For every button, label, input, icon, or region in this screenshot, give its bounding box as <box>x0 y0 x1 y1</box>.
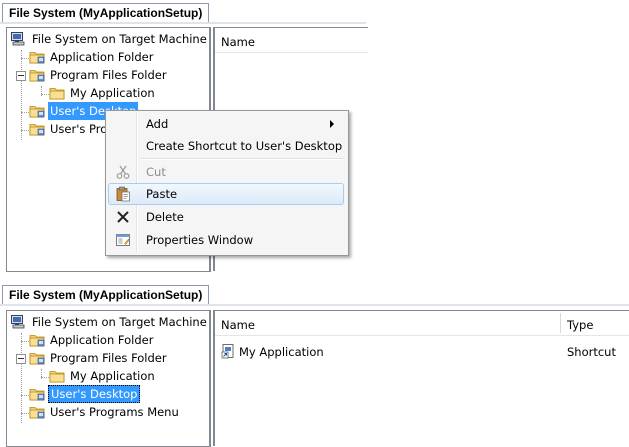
properties-icon <box>115 232 131 248</box>
menu-item-cut[interactable]: Cut <box>108 161 344 183</box>
list-item[interactable]: My Application Shortcut <box>221 343 625 361</box>
file-list[interactable]: Name Type My Application Shortcut <box>213 310 629 446</box>
list-header: Name <box>215 28 368 53</box>
tree-connector <box>41 377 49 378</box>
menu-item-label: Add <box>146 117 169 131</box>
menu-item-paste[interactable]: Paste <box>108 183 344 205</box>
menu-item-label: Create Shortcut to User's Desktop <box>146 139 343 153</box>
menu-item-label: Properties Window <box>146 233 254 247</box>
column-header-name[interactable]: Name <box>221 318 255 332</box>
column-header-name[interactable]: Name <box>221 35 255 49</box>
list-item-type: Shortcut <box>567 345 616 359</box>
folder-icon <box>29 103 45 119</box>
folder-icon <box>49 368 65 384</box>
tree-item-label: Application Folder <box>50 333 154 347</box>
delete-x-icon <box>115 209 131 225</box>
collapse-toggle[interactable] <box>16 354 26 364</box>
submenu-arrow-icon <box>330 120 334 128</box>
tree-item-label: My Application <box>70 86 155 100</box>
folder-icon <box>29 404 45 420</box>
folder-icon <box>29 350 45 366</box>
list-item-name: My Application <box>239 345 324 359</box>
tree-item-label: User's Programs Menu <box>50 405 179 419</box>
tree-connector <box>21 333 22 423</box>
folder-tree[interactable]: File System on Target Machine Applicatio… <box>6 310 211 447</box>
tree-connector <box>21 58 29 59</box>
menu-item-label: Delete <box>146 210 184 224</box>
tree-item-label: File System on Target Machine <box>32 32 207 46</box>
menu-item-add[interactable]: Add <box>108 113 344 135</box>
menu-item-label: Paste <box>146 187 178 201</box>
computer-icon <box>10 31 26 47</box>
menu-separator <box>141 158 344 160</box>
menu-item-create-shortcut[interactable]: Create Shortcut to User's Desktop <box>108 135 344 157</box>
tree-item-label: User's Desktop <box>48 385 141 403</box>
tree-connector <box>41 94 49 95</box>
file-system-editor-after: File System (MyApplicationSetup) File Sy… <box>0 282 629 447</box>
tree-connector <box>21 112 29 113</box>
tree-item-label: File System on Target Machine <box>32 315 207 329</box>
folder-icon <box>29 386 45 402</box>
shortcut-icon <box>221 343 237 359</box>
tree-item-label: Program Files Folder <box>50 351 167 365</box>
list-header: Name Type <box>215 311 629 336</box>
tab-file-system[interactable]: File System (MyApplicationSetup) <box>2 3 210 22</box>
menu-item-delete[interactable]: Delete <box>108 206 344 228</box>
tree-item-label: Program Files Folder <box>50 68 167 82</box>
scissors-icon <box>115 164 131 180</box>
tree-connector <box>21 130 29 131</box>
tab-strip <box>0 304 629 306</box>
folder-icon <box>49 85 65 101</box>
folder-icon <box>29 67 45 83</box>
menu-item-properties-window[interactable]: Properties Window <box>108 229 344 251</box>
context-menu: Add Create Shortcut to User's Desktop Cu… <box>105 110 349 256</box>
menu-item-label: Cut <box>146 165 166 179</box>
column-separator[interactable] <box>560 313 561 333</box>
tree-connector <box>21 50 22 140</box>
tree-connector <box>21 341 29 342</box>
column-header-type[interactable]: Type <box>567 318 593 332</box>
tree-item-label: Application Folder <box>50 50 154 64</box>
folder-icon <box>29 49 45 65</box>
clipboard-icon <box>115 186 131 202</box>
tab-strip <box>0 22 366 24</box>
computer-icon <box>10 314 26 330</box>
tree-item-label: My Application <box>70 369 155 383</box>
tree-connector <box>21 413 29 414</box>
folder-icon <box>29 332 45 348</box>
tree-connector <box>21 395 29 396</box>
file-system-editor-before: File System (MyApplicationSetup) File Sy… <box>0 0 629 272</box>
collapse-toggle[interactable] <box>16 71 26 81</box>
tab-file-system[interactable]: File System (MyApplicationSetup) <box>2 285 210 304</box>
folder-icon <box>29 121 45 137</box>
